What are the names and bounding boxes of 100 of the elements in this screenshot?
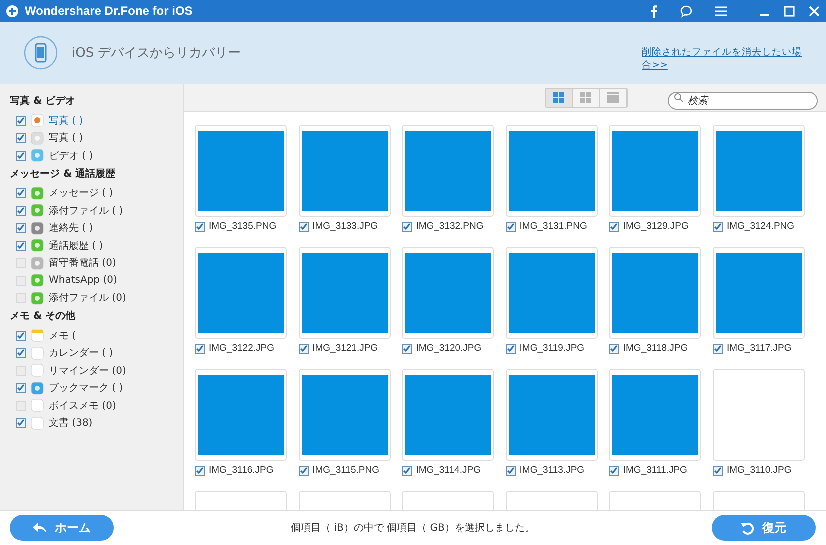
erase-files-link[interactable]: 削除されたファイルを消去したい場合>> [642,46,802,72]
check-icon [17,206,25,215]
thumbnail-card[interactable] [609,247,702,339]
thumbnail-card[interactable] [298,125,391,217]
checkbox[interactable] [16,418,26,428]
app-icon [31,274,44,288]
window-title: Wondershare Dr.Fone for iOS [25,4,194,18]
check-icon [17,152,25,160]
thumbnail-card[interactable] [402,247,494,339]
check-icon [506,222,515,230]
category-item[interactable]: 通話履歴 ( ) [49,238,104,253]
check-icon [506,344,515,352]
checkbox[interactable] [16,240,26,251]
checkbox[interactable] [609,344,620,354]
category-item[interactable]: ボイスメモ (0) [49,398,116,413]
facebook-icon[interactable] [650,4,658,18]
check-icon [17,134,25,142]
thumbnail-card[interactable] [195,125,287,217]
check-icon [403,466,412,474]
checkbox[interactable] [402,466,412,476]
checkbox[interactable] [195,344,205,354]
category-item[interactable]: 写真 ( ) [49,114,84,128]
category-item[interactable]: リマインダー (0) [49,364,126,378]
app-icon [31,329,44,342]
check-icon [506,466,515,474]
thumbnail-card[interactable] [712,247,805,339]
thumbnail-card[interactable] [402,125,494,217]
checkbox[interactable] [16,330,26,341]
check-icon [300,344,308,352]
checkbox[interactable] [16,348,26,358]
checkbox[interactable] [298,344,309,354]
checkbox[interactable] [506,466,516,476]
checkbox[interactable] [16,188,26,198]
checkbox[interactable] [16,206,26,216]
file-name: IMG_3117.JPG [726,343,792,354]
checkbox[interactable] [402,344,412,354]
list-view-icon [607,92,619,103]
category-heading: 写真 & ビデオ [10,94,77,108]
file-name: IMG_3121.JPG [312,343,378,354]
checkbox[interactable] [712,344,723,354]
category-item[interactable]: 写真 ( ) [49,131,84,146]
checkbox[interactable] [16,116,26,126]
category-item[interactable]: 添付ファイル (0) [49,291,126,306]
app-icon [31,364,44,378]
check-icon [17,349,25,358]
menu-icon[interactable] [715,6,727,16]
app-icon [31,114,44,128]
category-heading: メモ & その他 [10,310,77,323]
checkbox[interactable] [16,223,26,234]
thumbnail-card[interactable] [712,125,805,217]
category-item[interactable]: WhatsApp (0) [49,275,118,286]
app-icon [31,149,44,162]
file-name: IMG_3135.PNG [209,221,277,232]
thumbnail-card[interactable] [298,247,391,339]
file-name: IMG_3119.JPG [520,343,585,354]
category-item[interactable]: ビデオ ( ) [49,148,94,163]
check-icon [17,384,25,392]
checkbox[interactable] [16,133,26,144]
checkbox[interactable] [506,344,516,354]
checkbox[interactable] [712,222,723,232]
thumbnail-card[interactable] [609,369,702,461]
category-item[interactable]: メモ ( [49,328,76,343]
category-item[interactable]: 連絡先 ( ) [49,221,94,236]
checkbox[interactable] [16,150,26,161]
checkbox[interactable] [609,222,620,232]
view-toggle-button[interactable] [546,88,573,106]
file-name: IMG_3111.JPG [623,465,688,476]
thumbnail-card[interactable] [195,247,287,339]
thumbnail-card[interactable] [712,369,805,461]
thumbnail-card[interactable] [609,125,702,217]
category-item[interactable]: メッセージ ( ) [49,186,114,200]
checkbox[interactable] [506,222,516,232]
category-item[interactable]: 文書 (38) [49,416,93,430]
checkbox[interactable] [402,222,412,232]
undo-icon [741,522,754,534]
checkbox[interactable] [298,466,309,476]
category-item[interactable]: ブックマーク ( ) [49,381,124,396]
search-field[interactable]: 検索 [668,92,818,110]
category-item[interactable]: 留守番電話 (0) [49,256,116,270]
check-icon [403,222,412,230]
close-icon[interactable] [809,6,820,16]
check-icon [714,344,722,352]
thumbnail-card[interactable] [195,369,287,461]
thumbnail-card[interactable] [298,369,391,461]
thumbnail-card[interactable] [402,369,494,461]
category-item[interactable]: カレンダー ( ) [49,346,114,360]
maximize-icon[interactable] [784,6,795,16]
checkbox[interactable] [609,466,620,476]
thumbnail-card[interactable] [506,369,598,461]
checkbox[interactable] [16,383,26,394]
checkbox[interactable] [712,466,723,476]
checkbox[interactable] [298,222,309,232]
checkbox[interactable] [195,222,205,232]
thumbnail-card[interactable] [506,247,598,339]
app-icon [31,416,44,430]
checkbox[interactable] [195,466,205,476]
check-icon [714,222,722,230]
chat-icon[interactable] [680,4,693,18]
category-item[interactable]: 添付ファイル ( ) [49,204,124,218]
thumbnail-card[interactable] [506,125,598,217]
